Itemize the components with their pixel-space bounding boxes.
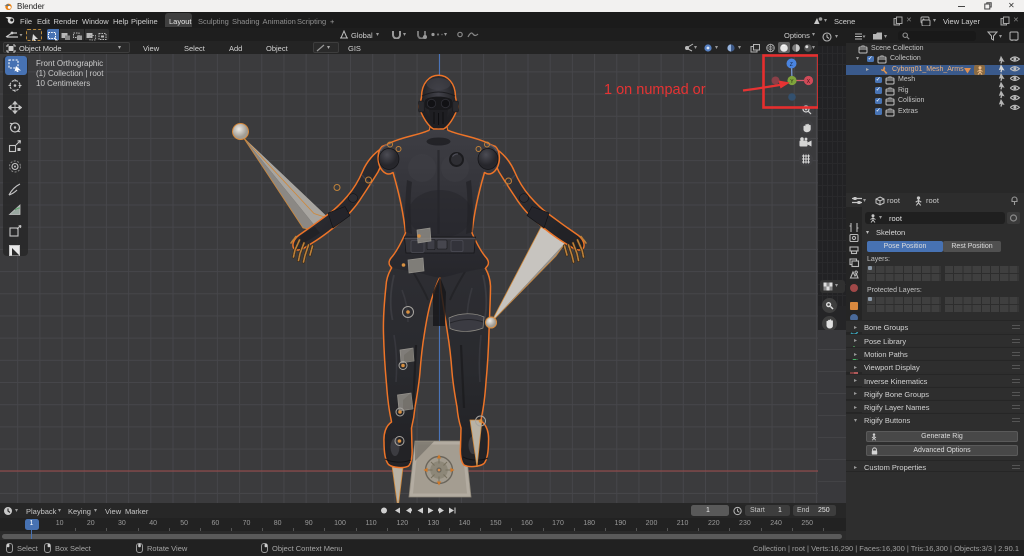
svg-text:Z: Z [790, 62, 793, 68]
svg-text:1 on numpad or: 1 on numpad or [604, 82, 706, 98]
